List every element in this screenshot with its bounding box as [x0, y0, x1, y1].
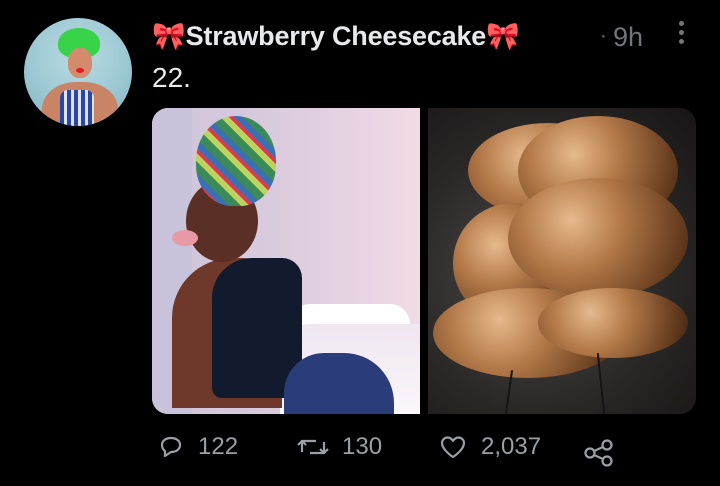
- tweet-text: 22.: [152, 62, 191, 93]
- heart-icon: [440, 436, 466, 459]
- media-photo-1[interactable]: [152, 108, 420, 414]
- avatar-face: [68, 48, 92, 78]
- like-count: 2,037: [481, 433, 542, 460]
- reply-button[interactable]: 122: [156, 432, 238, 462]
- tweet-header: 🎀 Strawberry Cheesecake 🎀 · 9h: [152, 16, 696, 56]
- balloon-2b-middle: [508, 178, 688, 298]
- balloon-string-2: [596, 353, 606, 414]
- retweet-count: 130: [342, 433, 383, 460]
- photo-1-headwrap: [196, 116, 276, 206]
- author-avatar[interactable]: [24, 18, 132, 126]
- tweet-media[interactable]: [152, 108, 696, 414]
- photo-1-tongue: [172, 230, 198, 246]
- avatar-lips: [76, 68, 84, 73]
- author-name-row[interactable]: 🎀 Strawberry Cheesecake 🎀: [152, 20, 520, 52]
- reply-icon: [160, 436, 182, 458]
- share-icon: [584, 439, 613, 467]
- tweet-time[interactable]: 9h: [613, 22, 643, 53]
- left-bow-emoji: 🎀: [152, 21, 186, 51]
- retweet-button[interactable]: 130: [296, 432, 382, 462]
- more-vertical-icon[interactable]: [675, 21, 687, 51]
- author-name[interactable]: Strawberry Cheesecake: [186, 21, 487, 52]
- share-button[interactable]: [582, 438, 616, 473]
- reply-count: 122: [198, 433, 239, 460]
- tweet-actions: 122 130 2,037: [152, 432, 696, 472]
- separator-dot: ·: [600, 25, 607, 47]
- balloon-2b-base: [538, 288, 688, 358]
- media-photo-2[interactable]: [428, 108, 696, 414]
- like-button[interactable]: 2,037: [437, 432, 541, 462]
- right-bow-emoji: 🎀: [486, 21, 520, 51]
- avatar-top: [60, 90, 94, 126]
- retweet-icon: [297, 439, 329, 455]
